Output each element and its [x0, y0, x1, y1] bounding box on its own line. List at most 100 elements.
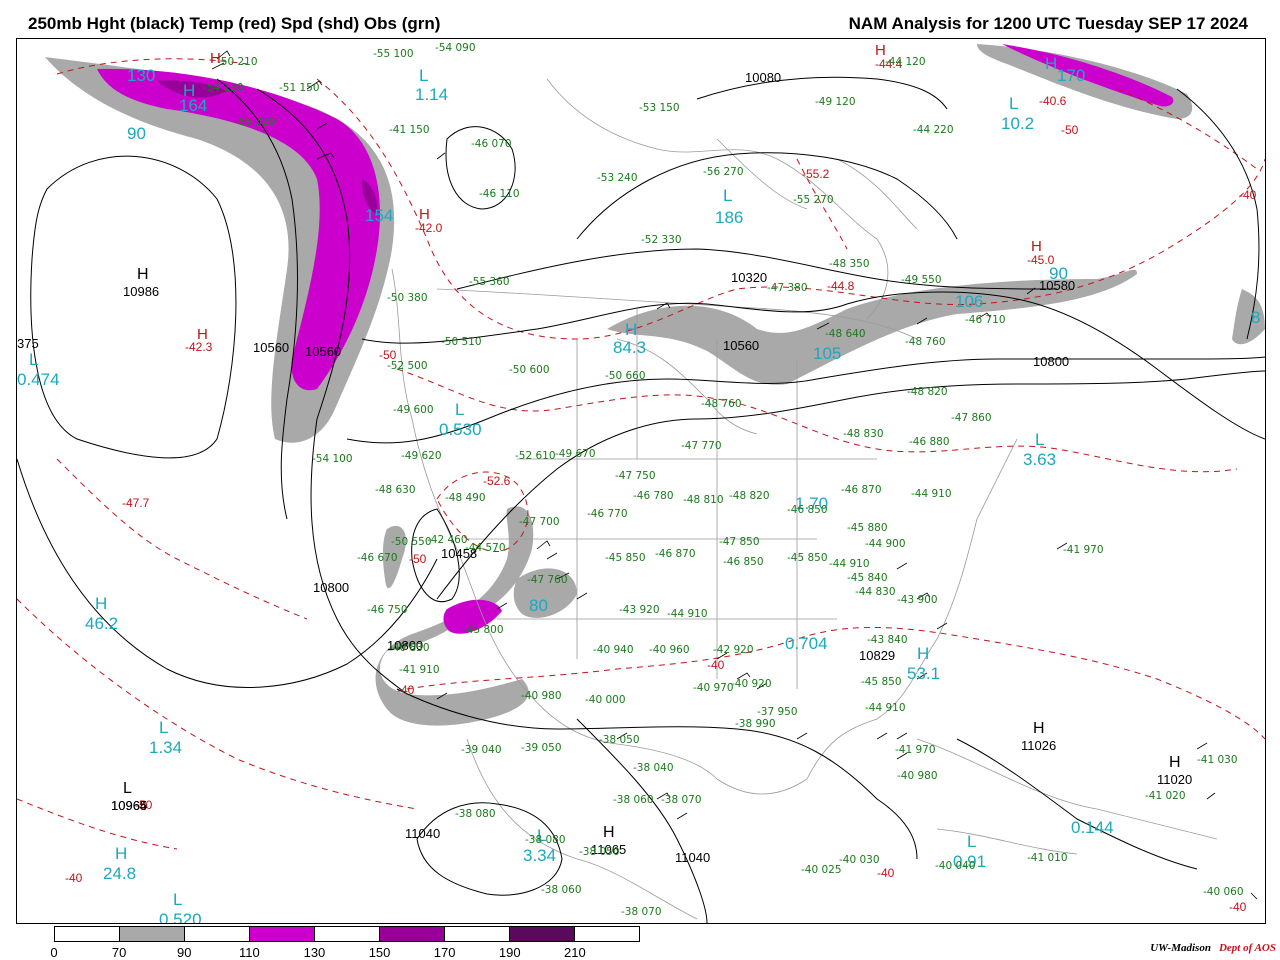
station-obs: -46 880 [909, 436, 950, 448]
legend-tick-label: 130 [303, 945, 326, 960]
station-obs: -51 150 [279, 82, 320, 94]
temp-value-label: -47.7 [122, 496, 150, 510]
speed-contour-label: 154 [365, 206, 394, 225]
speed-low-value: 3.63 [1023, 450, 1057, 469]
height-contour-label: 10800 [1033, 354, 1070, 369]
temp-value-label: -40 [707, 658, 725, 672]
station-obs: -43 840 [867, 634, 908, 646]
station-obs: -46 110 [479, 188, 520, 200]
analysis-time: NAM Analysis for 1200 UTC Tuesday SEP 17… [848, 14, 1248, 33]
speed-low-label: L [173, 890, 183, 909]
speed-shading [45, 44, 1265, 726]
legend-tick-label: 150 [368, 945, 391, 960]
speed-high-label: H [625, 320, 638, 339]
temp-value-label: -55.2 [802, 167, 830, 181]
height-high-letter: H [1169, 754, 1181, 771]
station-obs: -52 330 [641, 234, 682, 246]
temperature-contours [17, 58, 1265, 850]
station-obs: -46 070 [471, 138, 512, 150]
speed-high-value: 46.2 [85, 614, 119, 633]
speed-high-label: H [115, 844, 128, 863]
station-obs: -48 830 [843, 428, 884, 440]
temp-high-label: H [419, 206, 430, 223]
station-obs: -44 910 [829, 558, 870, 570]
station-obs: -40 980 [521, 690, 562, 702]
speed-high-value: 164 [179, 96, 208, 115]
height-contour-label: 11040 [675, 850, 711, 865]
speed-low-label: L [967, 832, 977, 851]
temp-value-label: -40 [1239, 188, 1257, 202]
speed-high-value: 24.8 [103, 864, 137, 883]
station-obs: -40 980 [897, 770, 938, 782]
station-obs: -55 270 [793, 194, 834, 206]
speed-low-label: L [159, 718, 169, 737]
temp-value-label: -50 [1061, 123, 1079, 137]
station-obs: -47 380 [767, 282, 808, 294]
legend-tick-label: 170 [433, 945, 456, 960]
station-obs: -40 940 [593, 644, 634, 656]
station-obs: -48 640 [825, 328, 866, 340]
station-obs: -39 050 [521, 742, 562, 754]
station-obs: -49 600 [393, 404, 434, 416]
speed-low-value: 10.2 [1001, 114, 1035, 133]
station-obs: -44 220 [913, 124, 954, 136]
speed-low-value: 1.14 [415, 85, 449, 104]
height-contour-label: 10560 [253, 340, 290, 355]
legend-swatch [380, 927, 445, 941]
station-obs: -45 850 [605, 552, 646, 564]
station-obs: -40 025 [801, 864, 842, 876]
station-obs: -48 490 [445, 492, 486, 504]
temp-value-label: -42.0 [415, 221, 443, 235]
station-obs: -40 040 [935, 860, 976, 872]
station-obs: -52 500 [387, 360, 428, 372]
station-obs: -53 240 [597, 172, 638, 184]
temp-value-label: -40.6 [1039, 94, 1067, 108]
station-obs: -38 080 [525, 834, 566, 846]
temp-value-label: -44.8 [827, 279, 855, 293]
station-obs: -38 080 [455, 808, 496, 820]
speed-low-value: 0.520 [159, 910, 202, 924]
station-obs: -41 970 [895, 744, 936, 756]
speed-low-value: 186 [715, 208, 744, 227]
speed-low-label: L [455, 400, 465, 419]
station-obs: -41 970 [1063, 544, 1104, 556]
station-obs: -54 130 [203, 82, 244, 94]
station-obs: -44 910 [865, 702, 906, 714]
legend-swatch [250, 927, 315, 941]
speed-legend [54, 926, 640, 942]
height-value-label: 11020 [1157, 772, 1193, 787]
height-value-label: 10986 [123, 284, 160, 299]
station-obs: -38 040 [633, 762, 674, 774]
speed-low-label: L [1009, 94, 1019, 113]
station-obs: -45 850 [787, 552, 828, 564]
legend-tick-label: 110 [238, 945, 260, 960]
legend-tick-label: 210 [564, 945, 586, 960]
station-obs: -41 150 [389, 124, 430, 136]
station-obs: -55 100 [373, 48, 414, 60]
station-obs: -38 070 [621, 906, 662, 918]
station-obs: -44 120 [885, 56, 926, 68]
weather-map: H H -42.0 H -42.3 -47.7 -52.6 H -44.4 -4… [16, 38, 1266, 924]
height-low-letter: L [123, 780, 132, 797]
credit-org: UW-Madison [1150, 942, 1211, 954]
station-obs: -50 600 [509, 364, 550, 376]
station-obs: -44 910 [667, 608, 708, 620]
height-contour-label: 10320 [731, 270, 768, 285]
speed-contour-label: 130 [127, 66, 156, 85]
station-obs: -46 870 [841, 484, 882, 496]
height-contour-label: 10800 [313, 580, 350, 595]
station-obs: -50 550 [391, 536, 432, 548]
speed-high-label: H [917, 644, 930, 663]
station-obs: -47 760 [527, 574, 568, 586]
station-obs: -45 840 [847, 572, 888, 584]
credit: UW-Madison Dept of AOS [1150, 942, 1276, 954]
station-obs: -48 760 [905, 336, 946, 348]
station-obs: -45 800 [463, 624, 504, 636]
speed-contour-label: 8 [1251, 308, 1261, 327]
station-obs: -41 910 [399, 664, 440, 676]
speed-contour-label: 106 [955, 292, 984, 311]
speed-contour-label: 90 [127, 124, 146, 143]
station-obs: -47 850 [719, 536, 760, 548]
station-obs: -45 880 [847, 522, 888, 534]
station-obs: -48 350 [829, 258, 870, 270]
